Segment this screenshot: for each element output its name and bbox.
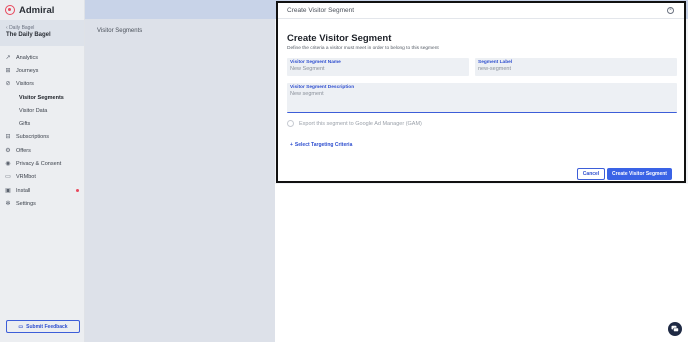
chat-icon bbox=[671, 325, 679, 332]
modal-description: Define the criteria a visitor must meet … bbox=[287, 46, 439, 51]
offers-icon: ⚙ bbox=[5, 147, 11, 154]
segment-description-value[interactable]: New segment bbox=[290, 91, 674, 97]
publisher-sub-label: ‹ Daily Bagel bbox=[6, 25, 35, 31]
sidebar-item-vrmbot[interactable]: ▭ VRMbot bbox=[0, 171, 84, 184]
sidebar-item-label: Offers bbox=[16, 147, 31, 154]
segment-name-value[interactable]: New Segment bbox=[290, 66, 466, 72]
sidebar-item-label: VRMbot bbox=[16, 174, 36, 181]
segment-label-label: Segment Label bbox=[478, 60, 513, 65]
create-segment-modal: Create Visitor Segment × Create Visitor … bbox=[276, 1, 686, 183]
segment-label-value[interactable]: new-segment bbox=[478, 66, 674, 72]
subscriptions-icon: ⊟ bbox=[5, 134, 11, 141]
cancel-button[interactable]: Cancel bbox=[577, 168, 605, 180]
page-title: Visitor Segments bbox=[97, 28, 143, 34]
sidebar-subitem-visitor-segments[interactable]: Visitor Segments bbox=[0, 91, 84, 104]
modal-title: Create Visitor Segment bbox=[287, 33, 392, 44]
sidebar-item-journeys[interactable]: ⊞ Journeys bbox=[0, 64, 84, 77]
sidebar-item-subscriptions[interactable]: ⊟ Subscriptions bbox=[0, 131, 84, 144]
export-gam-checkbox[interactable] bbox=[287, 120, 294, 127]
sidebar-item-offers[interactable]: ⚙ Offers bbox=[0, 144, 84, 157]
submit-feedback-button[interactable]: ▭ Submit Feedback bbox=[6, 320, 80, 333]
modal-header-title: Create Visitor Segment bbox=[287, 7, 355, 14]
sidebar-subitem-gifts[interactable]: Gifts bbox=[0, 117, 84, 130]
sidebar-item-install[interactable]: ▣ Install bbox=[0, 184, 84, 197]
brand-name: Admiral bbox=[19, 4, 55, 16]
sidebar-item-settings[interactable]: ✻ Settings bbox=[0, 197, 84, 210]
sidebar-item-label: Install bbox=[16, 187, 31, 194]
sidebar-subitem-visitor-data[interactable]: Visitor Data bbox=[0, 104, 84, 117]
journeys-icon: ⊞ bbox=[5, 67, 11, 74]
sidebar-nav: ↗ Analytics ⊞ Journeys ⊘ Visitors Visito… bbox=[0, 51, 84, 211]
analytics-icon: ↗ bbox=[5, 54, 11, 61]
chat-widget-button[interactable] bbox=[668, 322, 682, 336]
page-background bbox=[275, 184, 688, 342]
sidebar-item-label: Journeys bbox=[16, 67, 39, 74]
publisher-switcher[interactable]: ‹ Daily Bagel The Daily Bagel bbox=[0, 20, 84, 46]
segment-label-field[interactable]: Segment Label new-segment bbox=[475, 58, 677, 76]
sidebar-item-privacy[interactable]: ◉ Privacy & Consent bbox=[0, 157, 84, 170]
sidebar-item-label: Visitors bbox=[16, 81, 34, 88]
segment-description-label: Visitor Segment Description bbox=[290, 85, 355, 90]
sidebar-item-analytics[interactable]: ↗ Analytics bbox=[0, 51, 84, 64]
sidebar-item-visitors[interactable]: ⊘ Visitors bbox=[0, 78, 84, 91]
select-targeting-criteria-button[interactable]: + Select Targeting Criteria bbox=[290, 142, 352, 148]
notification-dot bbox=[76, 188, 79, 192]
segment-name-label: Visitor Segment Name bbox=[290, 60, 341, 65]
sidebar-item-label: Subscriptions bbox=[16, 134, 50, 141]
install-icon: ▣ bbox=[5, 187, 11, 194]
export-gam-label: Export this segment to Google Ad Manager… bbox=[299, 120, 422, 127]
sidebar: Admiral ‹ Daily Bagel The Daily Bagel ↗ … bbox=[0, 0, 85, 342]
modal-header: Create Visitor Segment × bbox=[278, 3, 684, 19]
sidebar-item-label: Privacy & Consent bbox=[16, 161, 62, 168]
close-icon[interactable]: × bbox=[667, 7, 674, 14]
admiral-logo-icon bbox=[5, 5, 15, 15]
plus-icon: + bbox=[290, 142, 293, 148]
publisher-name: The Daily Bagel bbox=[6, 32, 51, 38]
segment-name-field[interactable]: Visitor Segment Name New Segment bbox=[287, 58, 469, 76]
segment-description-field[interactable]: Visitor Segment Description New segment bbox=[287, 83, 677, 113]
brand[interactable]: Admiral bbox=[0, 0, 84, 20]
create-segment-button[interactable]: Create Visitor Segment bbox=[607, 168, 672, 180]
export-gam-option[interactable]: Export this segment to Google Ad Manager… bbox=[287, 120, 422, 127]
feedback-icon: ▭ bbox=[18, 323, 24, 330]
visitors-icon: ⊘ bbox=[5, 81, 11, 88]
main-content bbox=[85, 19, 275, 342]
settings-icon: ✻ bbox=[5, 200, 11, 207]
sidebar-item-label: Settings bbox=[16, 200, 36, 207]
privacy-icon: ◉ bbox=[5, 161, 11, 168]
vrmbot-icon: ▭ bbox=[5, 174, 11, 181]
sidebar-item-label: Analytics bbox=[16, 54, 39, 61]
